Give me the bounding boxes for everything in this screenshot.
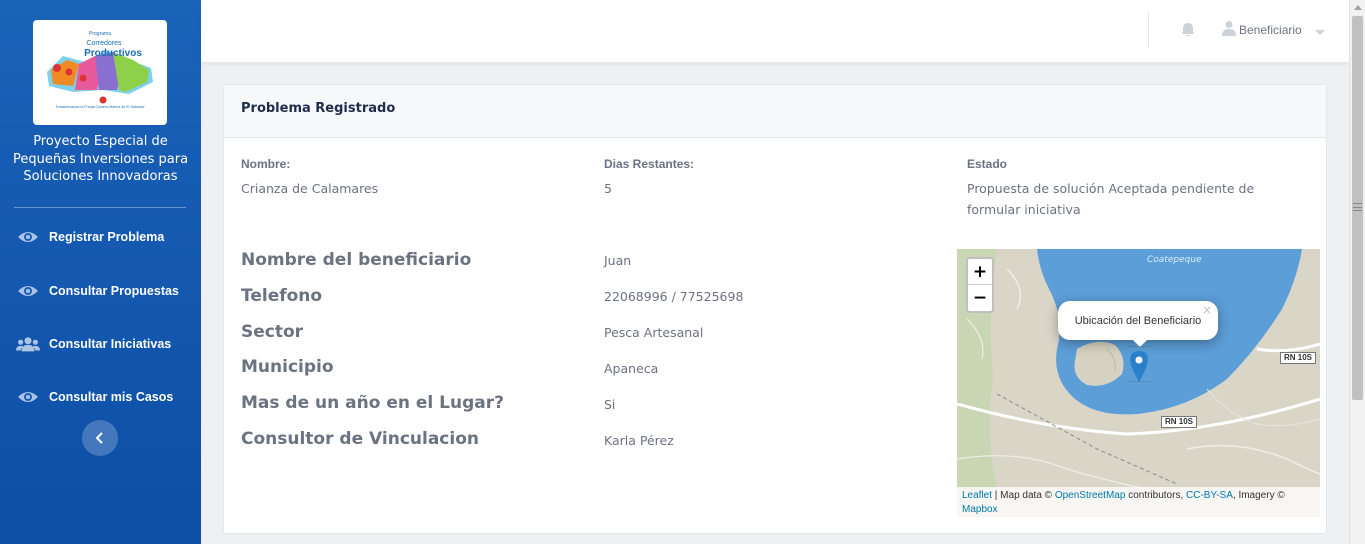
eye-icon [16, 388, 40, 406]
road-label: RN 10S [1280, 352, 1317, 364]
sidebar-item-label: Consultar Iniciativas [49, 337, 172, 351]
attribution-text: contributors, [1125, 490, 1187, 501]
problem-card: Problema Registrado Nombre: Crianza de C… [223, 84, 1327, 534]
dias-restantes-label: Dias Restantes: [604, 157, 695, 171]
card-header: Problema Registrado [224, 85, 1326, 138]
logo-line3: Productivos [84, 48, 142, 59]
logo-line2: Corredores [86, 40, 122, 47]
scroll-grip [1353, 203, 1362, 211]
sidebar-item-consultar-propuestas[interactable]: Consultar Propuestas [0, 276, 201, 306]
users-icon [16, 335, 40, 353]
card-title: Problema Registrado [241, 101, 396, 116]
municipio-label: Municipio [241, 357, 334, 377]
map-popup: Ubicación del Beneficiario × [1058, 301, 1218, 340]
license-link[interactable]: CC-BY-SA [1186, 490, 1233, 501]
municipio-value: Apaneca [604, 361, 659, 376]
dias-restantes-value: 5 [604, 181, 612, 196]
logo-line1: Programa [89, 31, 111, 37]
user-label: Beneficiario [1239, 23, 1302, 37]
project-title: Proyecto Especial de Pequeñas Inversione… [12, 134, 189, 184]
sidebar-item-label: Consultar mis Casos [49, 390, 174, 404]
topbar-divider [1148, 12, 1149, 48]
sidebar: Programa Corredores Productivos Transfor… [0, 0, 201, 544]
logo-tagline: Transformando la Franja Costero-Marina d… [55, 105, 145, 109]
attribution-text: , Imagery © [1232, 490, 1285, 501]
telefono-label: Telefono [241, 286, 323, 306]
user-icon [1222, 20, 1236, 40]
zoom-out-button[interactable]: − [968, 285, 992, 311]
user-menu[interactable]: Beneficiario [1222, 20, 1325, 40]
map-marker-icon[interactable] [1125, 345, 1163, 386]
zoom-control: + − [966, 257, 994, 313]
anio-lugar-value: Si [604, 397, 616, 412]
estado-value: Propuesta de solución Aceptada pendiente… [967, 181, 1255, 217]
beneficiario-value: Juan [604, 253, 632, 268]
scroll-up-arrow[interactable] [1354, 5, 1362, 10]
telefono-value: 22068996 / 77525698 [604, 289, 744, 304]
road-label: RN 10S [1161, 416, 1198, 428]
sidebar-collapse-button[interactable] [82, 420, 118, 456]
sidebar-item-registrar-problema[interactable]: Registrar Problema [0, 222, 201, 252]
beneficiario-label: Nombre del beneficiario [241, 250, 472, 270]
nombre-label: Nombre: [241, 157, 291, 171]
mapbox-link[interactable]: Mapbox [962, 504, 998, 515]
sidebar-divider [14, 207, 186, 208]
sidebar-item-consultar-iniciativas[interactable]: Consultar Iniciativas [0, 329, 201, 359]
sector-label: Sector [241, 322, 304, 342]
location-map[interactable]: Coatepeque RN 10S RN 10S + − Ubicación d… [957, 249, 1320, 517]
consultor-value: Karla Pérez [604, 433, 674, 448]
attribution-text: | Map data © [992, 490, 1055, 501]
bell-icon[interactable] [1180, 22, 1196, 38]
map-attribution: Leaflet | Map data © OpenStreetMap contr… [957, 487, 1320, 517]
sidebar-item-consultar-mis-casos[interactable]: Consultar mis Casos [0, 382, 201, 412]
caret-down-icon [1314, 21, 1325, 40]
consultor-label: Consultor de Vinculacion [241, 429, 479, 449]
anio-lugar-label: Mas de un año en el Lugar? [241, 393, 504, 413]
zoom-in-button[interactable]: + [968, 259, 992, 285]
sector-value: Pesca Artesanal [604, 325, 704, 340]
program-logo[interactable]: Programa Corredores Productivos Transfor… [33, 20, 167, 125]
page-scrollbar[interactable] [1349, 0, 1365, 544]
nombre-value: Crianza de Calamares [241, 181, 379, 196]
estado-label: Estado [967, 157, 1008, 171]
lake-label: Coatepeque [1147, 255, 1202, 265]
sidebar-item-label: Registrar Problema [49, 230, 165, 244]
eye-icon [16, 228, 40, 246]
popup-text: Ubicación del Beneficiario [1074, 315, 1202, 327]
leaflet-link[interactable]: Leaflet [962, 490, 992, 501]
sidebar-item-label: Consultar Propuestas [49, 284, 179, 298]
topbar: Beneficiario [201, 0, 1349, 62]
popup-close-button[interactable]: × [1202, 303, 1212, 317]
osm-link[interactable]: OpenStreetMap [1055, 490, 1126, 501]
eye-icon [16, 282, 40, 300]
chevron-left-icon [95, 429, 105, 448]
